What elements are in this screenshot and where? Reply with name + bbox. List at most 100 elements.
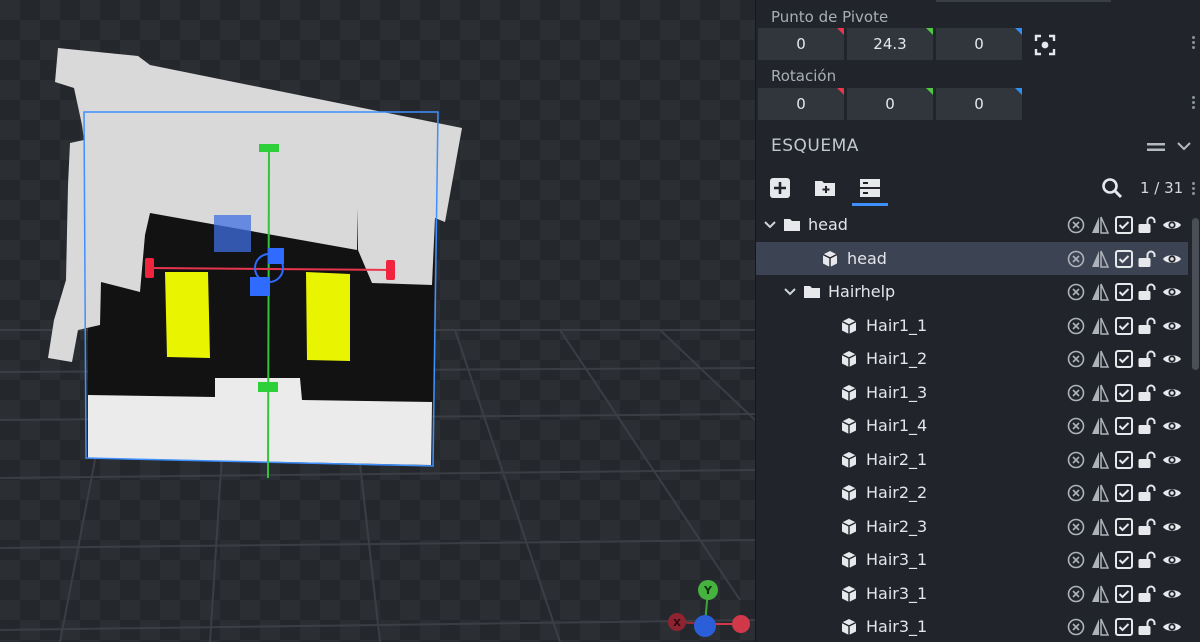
lock-open-icon[interactable] [1137,483,1157,503]
add-group-icon[interactable] [813,176,837,200]
visibility-check-icon[interactable] [1114,450,1134,470]
lock-open-icon[interactable] [1137,215,1157,235]
eye-icon[interactable] [1162,584,1182,604]
visibility-check-icon[interactable] [1114,282,1134,302]
eye-icon[interactable] [1162,316,1182,336]
3d-viewport[interactable]: Y X [0,0,755,642]
rotation-z-input[interactable]: 0 [936,88,1022,120]
lock-open-icon[interactable] [1137,617,1157,637]
pivot-more-icon[interactable] [1191,34,1195,51]
eye-icon[interactable] [1162,383,1182,403]
outliner-cube-row[interactable]: Hair3_1 [756,610,1188,642]
export-toggle-icon[interactable] [1066,249,1086,269]
export-toggle-icon[interactable] [1066,584,1086,604]
export-toggle-icon[interactable] [1066,383,1086,403]
chevron-down-icon[interactable] [764,219,776,231]
visibility-check-icon[interactable] [1114,215,1134,235]
rotation-y-input[interactable]: 0 [847,88,933,120]
mirror-uv-icon[interactable] [1090,416,1110,436]
lock-open-icon[interactable] [1137,383,1157,403]
view-axis-gizmo[interactable]: Y X [660,578,755,642]
outliner-cube-row[interactable]: Hair1_1 [756,309,1188,342]
visibility-check-icon[interactable] [1114,316,1134,336]
mirror-uv-icon[interactable] [1090,282,1110,302]
mirror-uv-icon[interactable] [1090,550,1110,570]
head-model[interactable] [0,0,755,642]
lock-open-icon[interactable] [1137,416,1157,436]
rotation-more-icon[interactable] [1191,94,1195,111]
panel-drag-handle-icon[interactable] [1146,140,1166,154]
sort-view-icon[interactable] [858,176,882,200]
gizmo-x-handle-left[interactable] [145,258,154,278]
outliner-scrollbar[interactable] [1192,218,1199,370]
eye-icon[interactable] [1162,483,1182,503]
lock-open-icon[interactable] [1137,517,1157,537]
outliner-cube-row[interactable]: head [756,242,1188,275]
export-toggle-icon[interactable] [1066,416,1086,436]
export-toggle-icon[interactable] [1066,450,1086,470]
eye-icon[interactable] [1162,215,1182,235]
chevron-down-icon[interactable] [784,286,796,298]
lock-open-icon[interactable] [1137,249,1157,269]
lock-open-icon[interactable] [1137,584,1157,604]
mirror-uv-icon[interactable] [1090,316,1110,336]
mirror-uv-icon[interactable] [1090,383,1110,403]
eye-icon[interactable] [1162,450,1182,470]
eye-icon[interactable] [1162,349,1182,369]
outliner-cube-row[interactable]: Hair3_1 [756,577,1188,610]
eye-icon[interactable] [1162,517,1182,537]
mirror-uv-icon[interactable] [1090,483,1110,503]
visibility-check-icon[interactable] [1114,517,1134,537]
collapse-panel-icon[interactable] [1176,140,1192,152]
mirror-uv-icon[interactable] [1090,249,1110,269]
export-toggle-icon[interactable] [1066,517,1086,537]
outliner-cube-row[interactable]: Hair1_4 [756,409,1188,442]
mirror-uv-icon[interactable] [1090,349,1110,369]
lock-open-icon[interactable] [1137,450,1157,470]
pivot-x-input[interactable]: 0 [758,28,844,60]
lock-open-icon[interactable] [1137,550,1157,570]
eye-icon[interactable] [1162,249,1182,269]
gizmo-plane-handle[interactable] [214,215,251,252]
eye-icon[interactable] [1162,550,1182,570]
visibility-check-icon[interactable] [1114,617,1134,637]
pivot-z-input[interactable]: 0 [936,28,1022,60]
export-toggle-icon[interactable] [1066,316,1086,336]
outliner-tree[interactable]: head head Hairhelp Hair1_1 Hair1_2 Hair1_3 Hai… [756,208,1200,642]
visibility-check-icon[interactable] [1114,349,1134,369]
mirror-uv-icon[interactable] [1090,584,1110,604]
outliner-cube-row[interactable]: Hair2_1 [756,443,1188,476]
export-toggle-icon[interactable] [1066,282,1086,302]
outliner-group-row[interactable]: head [756,208,1188,241]
lock-open-icon[interactable] [1137,349,1157,369]
export-toggle-icon[interactable] [1066,550,1086,570]
export-toggle-icon[interactable] [1066,483,1086,503]
eye-icon[interactable] [1162,282,1182,302]
outliner-cube-row[interactable]: Hair1_2 [756,342,1188,375]
gizmo-y-handle-top[interactable] [259,144,279,152]
outliner-cube-row[interactable]: Hair2_2 [756,476,1188,509]
export-toggle-icon[interactable] [1066,617,1086,637]
mirror-uv-icon[interactable] [1090,450,1110,470]
visibility-check-icon[interactable] [1114,550,1134,570]
search-icon[interactable] [1100,176,1124,200]
outliner-group-row[interactable]: Hairhelp [756,275,1188,308]
outliner-cube-row[interactable]: Hair3_1 [756,543,1188,576]
pivot-y-input[interactable]: 24.3 [847,28,933,60]
eye-icon[interactable] [1162,617,1182,637]
export-toggle-icon[interactable] [1066,215,1086,235]
visibility-check-icon[interactable] [1114,383,1134,403]
gizmo-y-handle-bottom[interactable] [258,382,278,392]
outliner-more-icon[interactable] [1191,180,1195,197]
outliner-cube-row[interactable]: Hair1_3 [756,376,1188,409]
eye-icon[interactable] [1162,416,1182,436]
outliner-cube-row[interactable]: Hair2_3 [756,510,1188,543]
center-pivot-icon[interactable] [1034,34,1056,56]
mirror-uv-icon[interactable] [1090,215,1110,235]
gizmo-axis-z[interactable] [694,615,716,637]
lock-open-icon[interactable] [1137,282,1157,302]
rotation-x-input[interactable]: 0 [758,88,844,120]
mirror-uv-icon[interactable] [1090,617,1110,637]
gizmo-axis-x-pos[interactable] [732,615,750,633]
lock-open-icon[interactable] [1137,316,1157,336]
